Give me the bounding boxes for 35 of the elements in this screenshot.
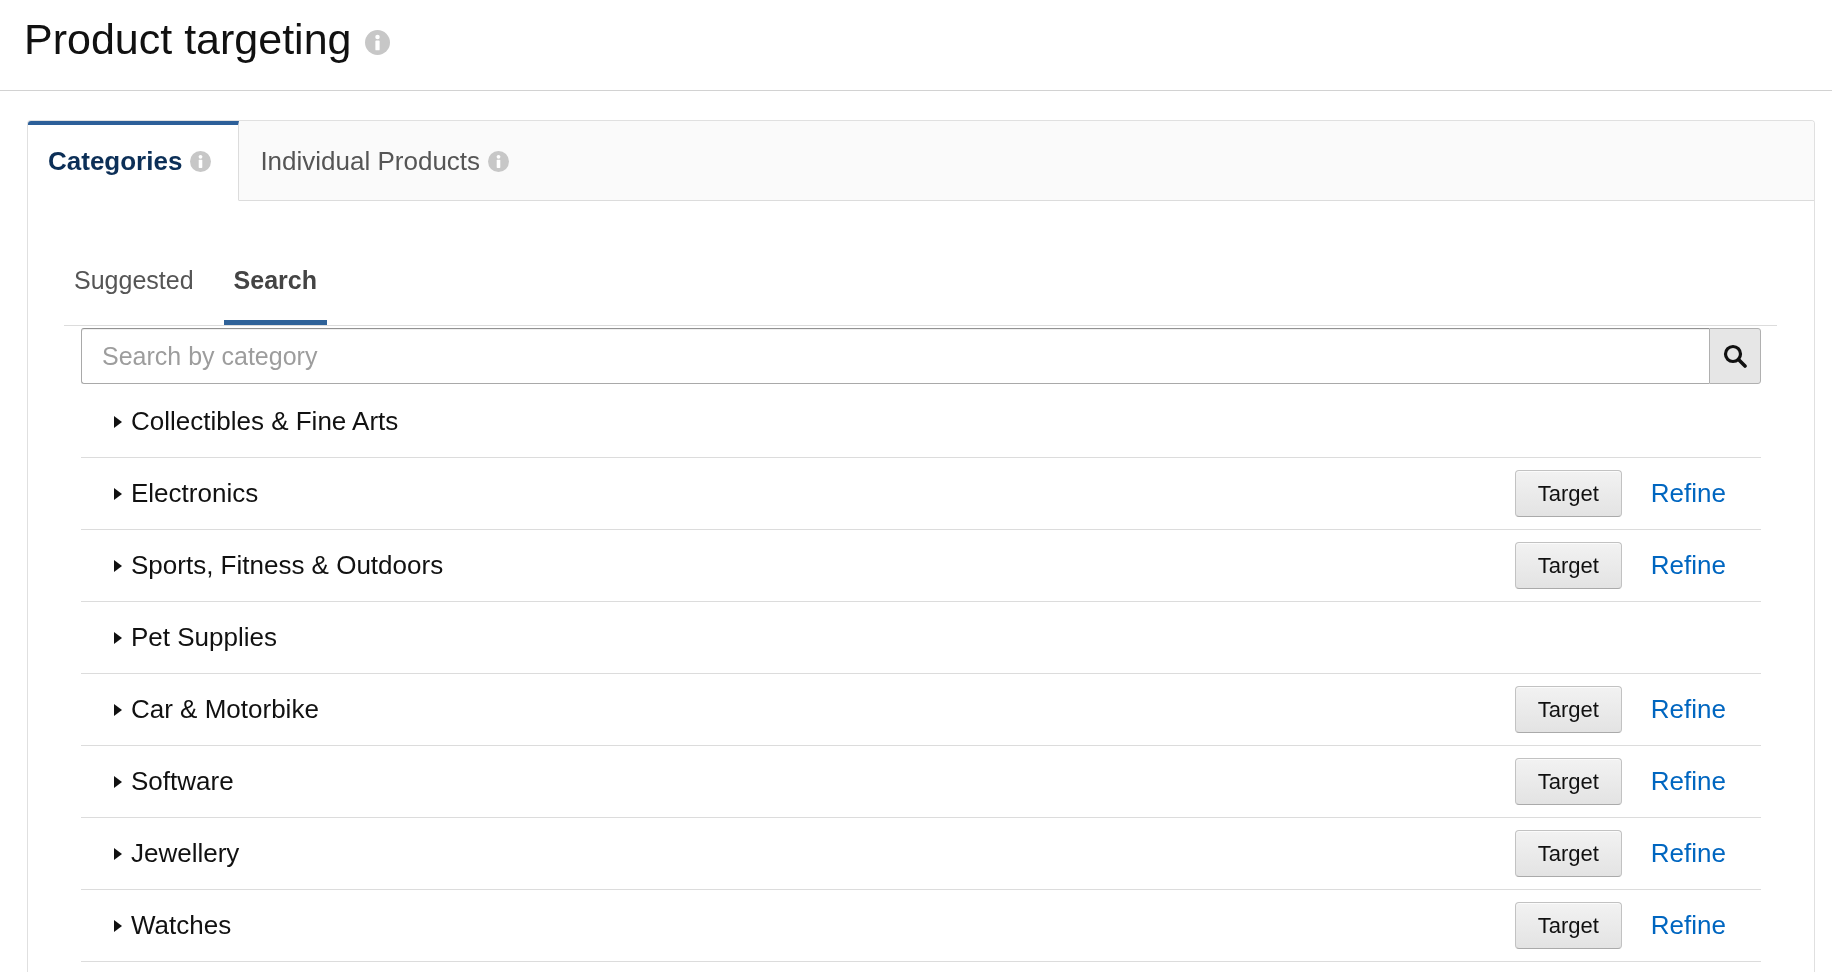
category-label: Software <box>131 766 234 797</box>
refine-link[interactable]: Refine <box>1650 910 1726 941</box>
target-button[interactable]: Target <box>1514 470 1622 517</box>
target-button[interactable]: Target <box>1514 830 1622 877</box>
caret-icon[interactable] <box>114 847 122 860</box>
refine-link[interactable]: Refine <box>1650 550 1726 581</box>
category-label: Pet Supplies <box>131 622 277 653</box>
refine-link[interactable]: Refine <box>1650 478 1726 509</box>
tab[interactable]: Individual Products <box>239 121 530 201</box>
search-button[interactable] <box>1709 328 1761 384</box>
target-button[interactable]: Target <box>1514 902 1622 949</box>
target-button[interactable]: Target <box>1514 542 1622 589</box>
category-label: Jewellery <box>131 838 240 869</box>
refine-link[interactable]: Refine <box>1650 766 1726 797</box>
target-button[interactable]: Target <box>1514 686 1622 733</box>
target-button[interactable]: Target <box>1514 758 1622 805</box>
caret-icon[interactable] <box>114 703 122 716</box>
refine-link[interactable]: Refine <box>1650 838 1726 869</box>
caret-icon[interactable] <box>114 559 122 572</box>
tab[interactable]: Categories <box>28 121 240 201</box>
page-title: Product targeting <box>24 14 352 64</box>
category-label: Sports, Fitness & Outdoors <box>131 550 444 581</box>
category-label: Electronics <box>131 478 259 509</box>
subtab[interactable]: Suggested <box>64 241 204 325</box>
caret-icon[interactable] <box>114 919 122 932</box>
caret-icon[interactable] <box>114 487 122 500</box>
category-label: Car & Motorbike <box>131 694 319 725</box>
refine-link[interactable]: Refine <box>1650 694 1726 725</box>
caret-icon[interactable] <box>114 415 122 428</box>
search-field[interactable]: Search by category <box>81 328 1709 384</box>
category-label: Collectibles & Fine Arts <box>131 406 399 437</box>
category-label: Watches <box>131 910 232 941</box>
caret-icon[interactable] <box>114 775 122 788</box>
search-icon <box>1723 344 1747 368</box>
caret-icon[interactable] <box>114 631 122 644</box>
